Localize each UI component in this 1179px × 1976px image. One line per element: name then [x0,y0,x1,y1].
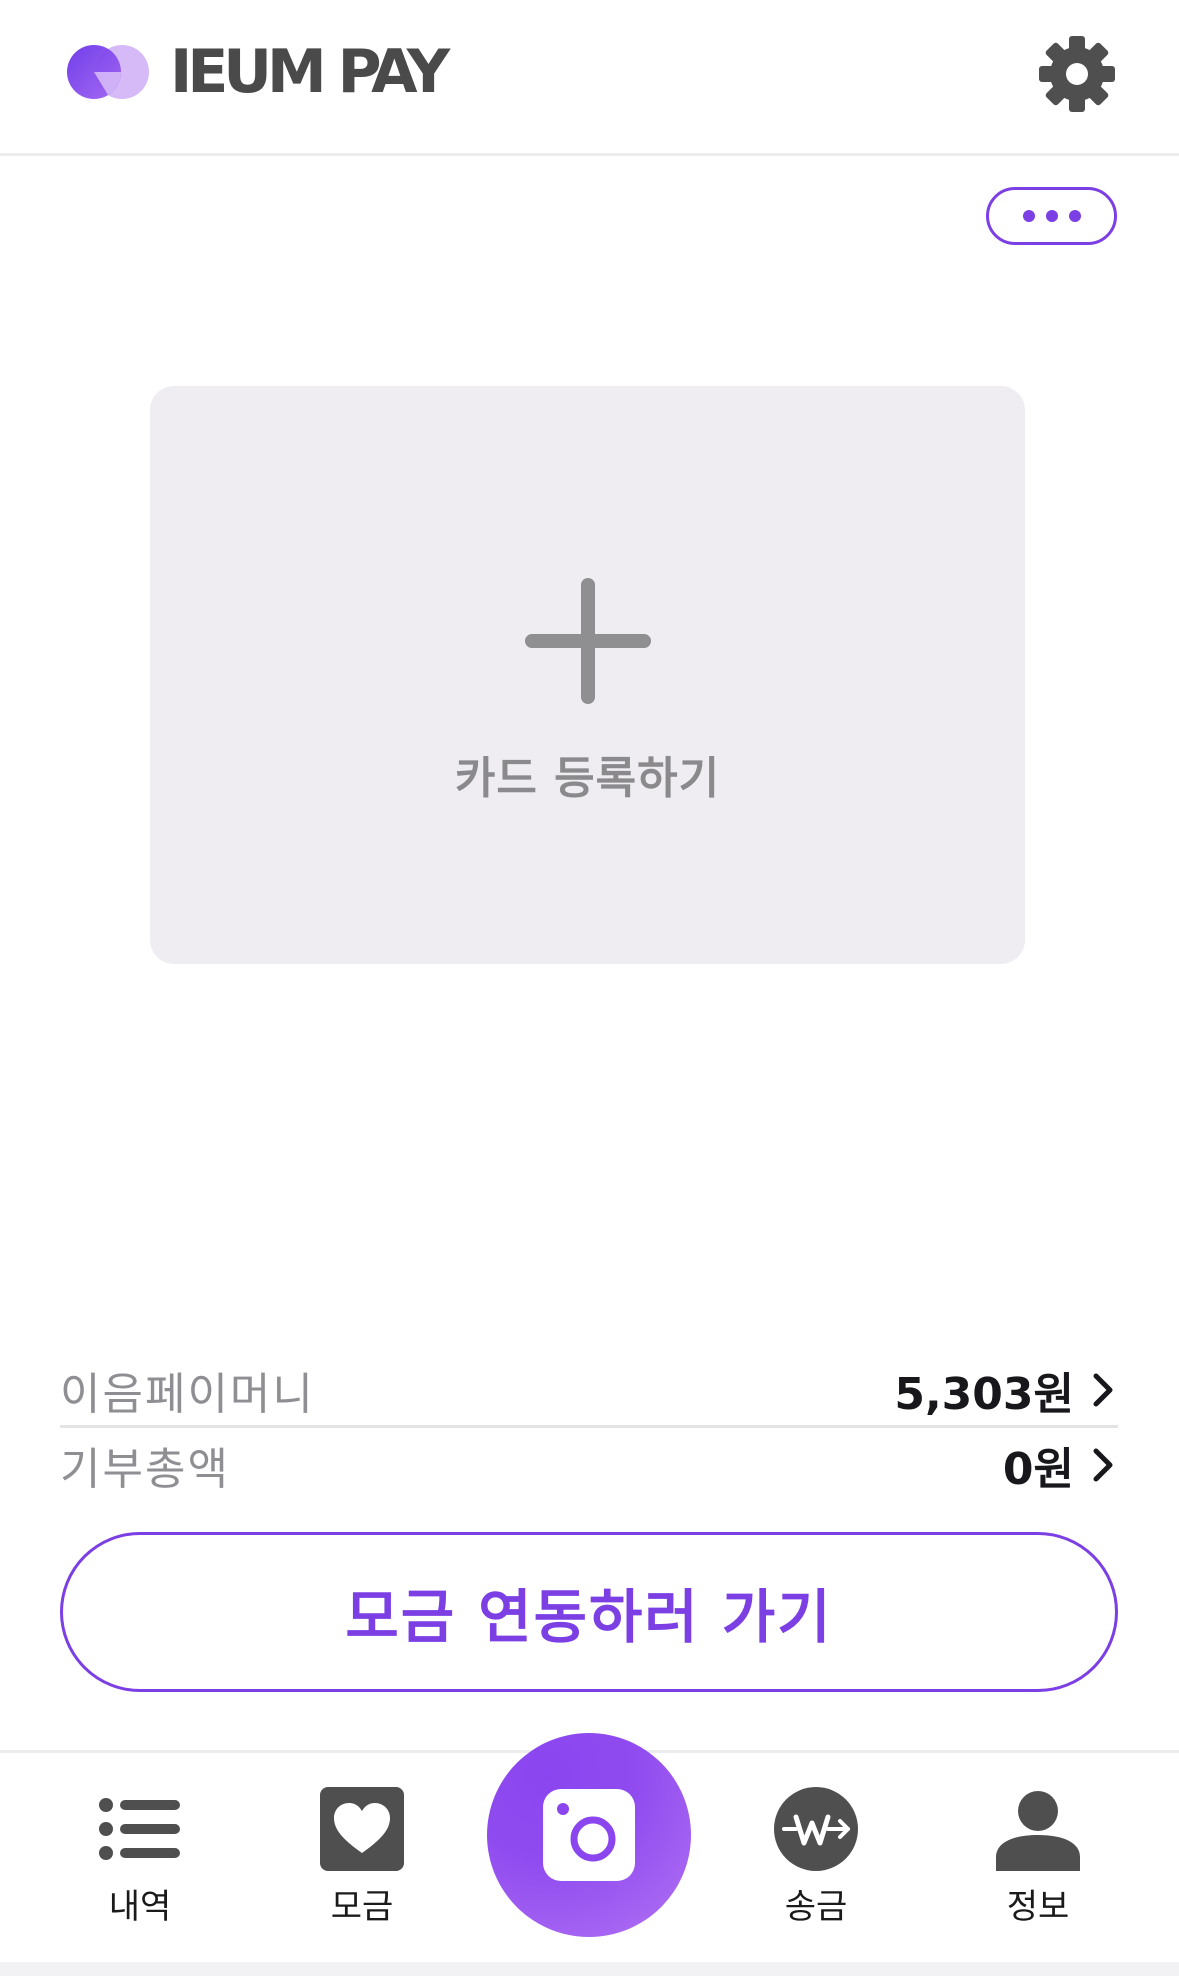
ieum-logo-icon [67,45,149,99]
home-indicator [0,1962,1179,1976]
ieum-pay-money-label: 이음페이머니 [60,1369,315,1420]
more-dots-icon [1068,210,1081,222]
link-fundraising-button[interactable]: 모금 연동하러 가기 [60,1532,1118,1692]
tab-history-label: 내역 [108,1887,172,1927]
won-transfer-icon [774,1787,858,1871]
donation-total-label: 기부총액 [60,1444,230,1495]
tab-collect[interactable]: 모금 [282,1753,442,1927]
scan-pay-button[interactable] [487,1733,691,1937]
ieum-pay-money-row[interactable]: 이음페이머니 5,303원 [60,1355,1118,1425]
tab-info-label: 정보 [1006,1887,1070,1927]
tab-history[interactable]: 내역 [60,1753,220,1927]
header: IEUM PAY [0,0,1179,156]
add-card-label: 카드 등록하기 [454,753,721,804]
person-icon [996,1787,1080,1871]
donation-total-row[interactable]: 기부총액 0원 [60,1430,1118,1500]
brand-logo: IEUM PAY [64,37,450,107]
ieum-pay-money-value: 5,303원 [894,1369,1074,1420]
chevron-right-icon [1093,1373,1113,1407]
more-dots-icon [1045,210,1058,222]
tab-send[interactable]: 송금 [736,1753,896,1927]
donation-total-value: 0원 [1002,1444,1074,1495]
list-icon [98,1787,182,1871]
app-screen: IEUM PAY 카드 등록하기 이음페이머니 5,303원 기부총액 0원 모… [0,0,1179,1976]
more-dots-icon [1022,210,1035,222]
brand-name: IEUM PAY [170,37,450,107]
tab-send-label: 송금 [784,1887,848,1927]
camera-icon [541,1787,637,1883]
tab-info[interactable]: 정보 [958,1753,1118,1927]
add-card-button[interactable]: 카드 등록하기 [150,386,1025,964]
plus-icon [523,576,653,706]
settings-button[interactable] [1037,34,1117,114]
link-fundraising-label: 모금 연동하러 가기 [345,1583,833,1651]
chevron-right-icon [1093,1448,1113,1482]
heart-icon [320,1787,404,1871]
more-options-button[interactable] [986,187,1117,245]
gear-icon [1039,36,1115,112]
tab-collect-label: 모금 [330,1887,394,1927]
divider [60,1425,1118,1428]
